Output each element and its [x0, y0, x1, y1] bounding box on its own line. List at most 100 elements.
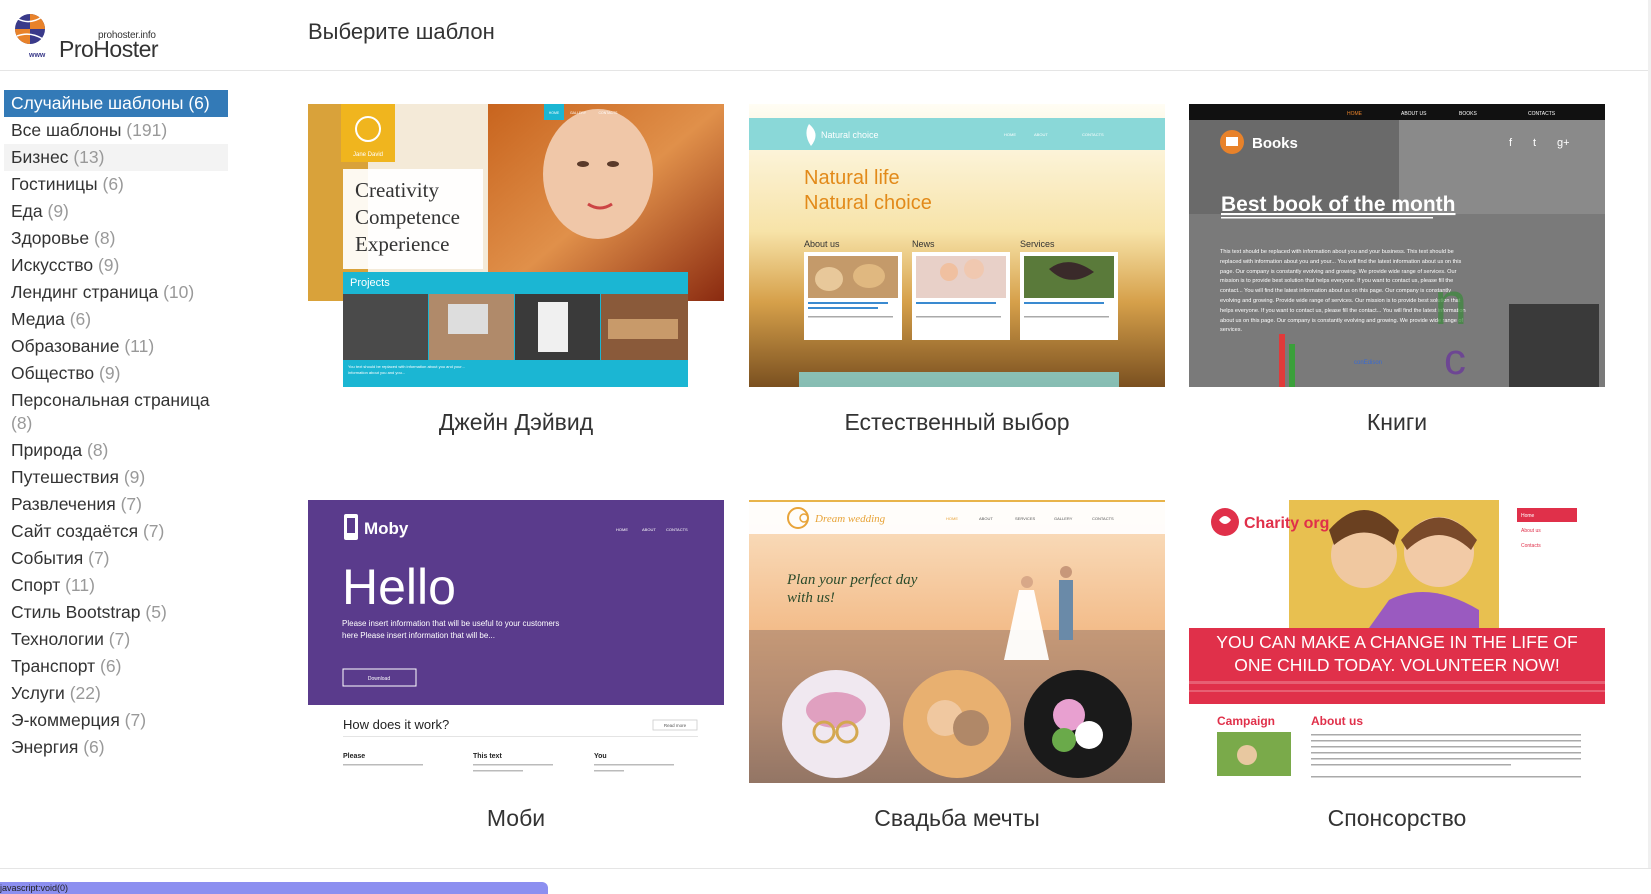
template-thumbnail[interactable]: Jane David HOME GALLERY CONTACTS Creativ… [308, 104, 724, 387]
moby-body: Please insert information that will be u… [342, 619, 560, 640]
sidebar-item-energy[interactable]: Энергия (6) [4, 734, 229, 761]
template-title[interactable]: Свадьба мечты [749, 805, 1165, 832]
sidebar-item-label: Спорт [11, 575, 61, 595]
svg-text:HOME: HOME [1347, 111, 1363, 117]
svg-text:ABOUT: ABOUT [1034, 132, 1048, 137]
template-card-moby[interactable]: Moby HOME ABOUT CONTACTS Hello Please in… [308, 500, 724, 840]
template-card-dream-wedding[interactable]: Dream wedding HOME ABOUT SERVICES GALLER… [749, 500, 1165, 840]
svg-text:CONTACTS: CONTACTS [1092, 516, 1114, 521]
sidebar-item-technology[interactable]: Технологии (7) [4, 626, 229, 653]
sidebar-item-nature[interactable]: Природа (8) [4, 437, 229, 464]
template-title[interactable]: Моби [308, 805, 724, 832]
sidebar-item-count: (6) [188, 93, 210, 113]
sidebar-item-society[interactable]: Общество (9) [4, 360, 229, 387]
dw-brand: Dream wedding [814, 513, 886, 525]
sidebar-item-count: (7) [124, 710, 147, 730]
sidebar-item-count: (7) [88, 548, 110, 568]
gplus-icon: g+ [1557, 137, 1570, 149]
svg-text:HOME: HOME [946, 516, 958, 521]
sidebar-item-education[interactable]: Образование (11) [4, 333, 229, 360]
sidebar-item-label: Гостиницы [11, 174, 98, 194]
sidebar-item-label: Общество [11, 363, 95, 383]
svg-text:HOME: HOME [1004, 132, 1016, 137]
charity-banner-2: ONE CHILD TODAY. VOLUNTEER NOW! [1234, 655, 1559, 675]
sidebar-item-media[interactable]: Медиа (6) [4, 306, 229, 333]
sidebar-item-label: Э-коммерция [11, 710, 120, 730]
jd-projects: Projects [350, 277, 390, 289]
sidebar-item-ecommerce[interactable]: Э-коммерция (7) [4, 707, 229, 734]
sidebar-item-count: (8) [94, 228, 116, 248]
svg-text:Read more: Read more [664, 723, 687, 728]
dw-headline-1: Plan your perfect day [786, 572, 918, 588]
svg-text:Campaign: Campaign [1217, 714, 1275, 728]
template-title[interactable]: Спонсорство [1189, 805, 1605, 832]
sidebar-item-count: (9) [123, 467, 146, 487]
template-title[interactable]: Естественный выбор [749, 409, 1165, 436]
svg-text:About us: About us [1521, 528, 1541, 534]
svg-text:Please: Please [343, 753, 365, 760]
svg-text:CONTACTS: CONTACTS [1528, 111, 1556, 117]
svg-text:ABOUT: ABOUT [642, 527, 656, 532]
sidebar-item-count: (11) [124, 336, 155, 356]
globe-logo-icon [15, 14, 45, 44]
sidebar-item-label: Стиль Bootstrap [11, 602, 141, 622]
sidebar-item-count: (13) [73, 147, 105, 167]
svg-text:CONTACTS: CONTACTS [666, 527, 688, 532]
sidebar-item-label: Еда [11, 201, 43, 221]
page-title: Выберите шаблон [308, 19, 495, 44]
sidebar-item-services[interactable]: Услуги (22) [4, 680, 229, 707]
jd-headline-2: Competence [355, 205, 460, 229]
sidebar-item-label: Путешествия [11, 467, 119, 487]
sidebar-item-food[interactable]: Еда (9) [4, 198, 229, 225]
template-thumbnail[interactable]: Dream wedding HOME ABOUT SERVICES GALLER… [749, 500, 1165, 783]
books-body: This text should be replaced with inform… [1220, 249, 1466, 334]
sidebar-item-health[interactable]: Здоровье (8) [4, 225, 229, 252]
sidebar-item-label: Сайт создаётся [11, 521, 139, 541]
sidebar-item-random[interactable]: Случайные шаблоны (6) [4, 90, 228, 117]
sidebar-item-count: (5) [145, 602, 167, 622]
sidebar-item-count: (8) [11, 413, 33, 433]
sidebar-item-landing[interactable]: Лендинг страница (10) [4, 279, 229, 306]
nc-headline-1: Natural life [804, 167, 900, 189]
sidebar-item-all[interactable]: Все шаблоны (191) [4, 117, 229, 144]
template-thumbnail[interactable]: Charity org Home About us Contacts YOU C… [1189, 500, 1605, 783]
sidebar-item-art[interactable]: Искусство (9) [4, 252, 229, 279]
template-card-jane-david[interactable]: Jane David HOME GALLERY CONTACTS Creativ… [308, 104, 724, 444]
jd-headline-1: Creativity [355, 178, 439, 202]
template-thumbnail[interactable]: HOME ABOUT US BOOKS CONTACTS Books f t g… [1189, 104, 1605, 387]
books-headline: Best book of the month [1221, 193, 1456, 216]
sidebar-item-travel[interactable]: Путешествия (9) [4, 464, 229, 491]
sidebar-item-label: Технологии [11, 629, 104, 649]
sidebar-item-personal[interactable]: Персональная страница (8) [4, 387, 223, 437]
sidebar-item-events[interactable]: События (7) [4, 545, 229, 572]
sidebar-item-sport[interactable]: Спорт (11) [4, 572, 229, 599]
category-sidebar: Случайные шаблоны (6) Все шаблоны (191) … [4, 90, 229, 761]
sidebar-item-entertainment[interactable]: Развлечения (7) [4, 491, 229, 518]
template-title[interactable]: Джейн Дэйвид [308, 409, 724, 436]
template-thumbnail[interactable]: Moby HOME ABOUT CONTACTS Hello Please in… [308, 500, 724, 783]
sidebar-item-hotels[interactable]: Гостиницы (6) [4, 171, 229, 198]
sidebar-item-count: (191) [126, 120, 168, 140]
sidebar-item-business[interactable]: Бизнес (13) [4, 144, 228, 171]
prohoster-logo[interactable]: prohoster.info ProHoster www [12, 9, 159, 62]
jd-headline-3: Experience [355, 232, 449, 256]
sidebar-item-under-construction[interactable]: Сайт создаётся (7) [4, 518, 229, 545]
template-title[interactable]: Книги [1189, 409, 1605, 436]
template-card-natural-choice[interactable]: Natural choice HOME ABOUT CONTACTS Natur… [749, 104, 1165, 444]
template-thumbnail[interactable]: Natural choice HOME ABOUT CONTACTS Natur… [749, 104, 1165, 387]
sidebar-item-label: Искусство [11, 255, 94, 275]
books-brand: Books [1252, 135, 1298, 152]
sidebar-item-count: (6) [100, 656, 122, 676]
sidebar-item-transport[interactable]: Транспорт (6) [4, 653, 229, 680]
sidebar-item-label: События [11, 548, 84, 568]
template-card-books[interactable]: HOME ABOUT US BOOKS CONTACTS Books f t g… [1189, 104, 1605, 444]
jd-brand: Jane David [353, 152, 383, 158]
sidebar-item-label: Лендинг страница [11, 282, 159, 302]
sidebar-item-bootstrap[interactable]: Стиль Bootstrap (5) [4, 599, 229, 626]
svg-text:c: c [1444, 335, 1466, 384]
sidebar-item-label: Услуги [11, 683, 65, 703]
status-url: javascript:void(0) [0, 883, 69, 893]
page-header: prohoster.info ProHoster www Выберите ша… [0, 0, 1651, 71]
sidebar-item-label: Природа [11, 440, 83, 460]
template-card-charity[interactable]: Charity org Home About us Contacts YOU C… [1189, 500, 1605, 840]
